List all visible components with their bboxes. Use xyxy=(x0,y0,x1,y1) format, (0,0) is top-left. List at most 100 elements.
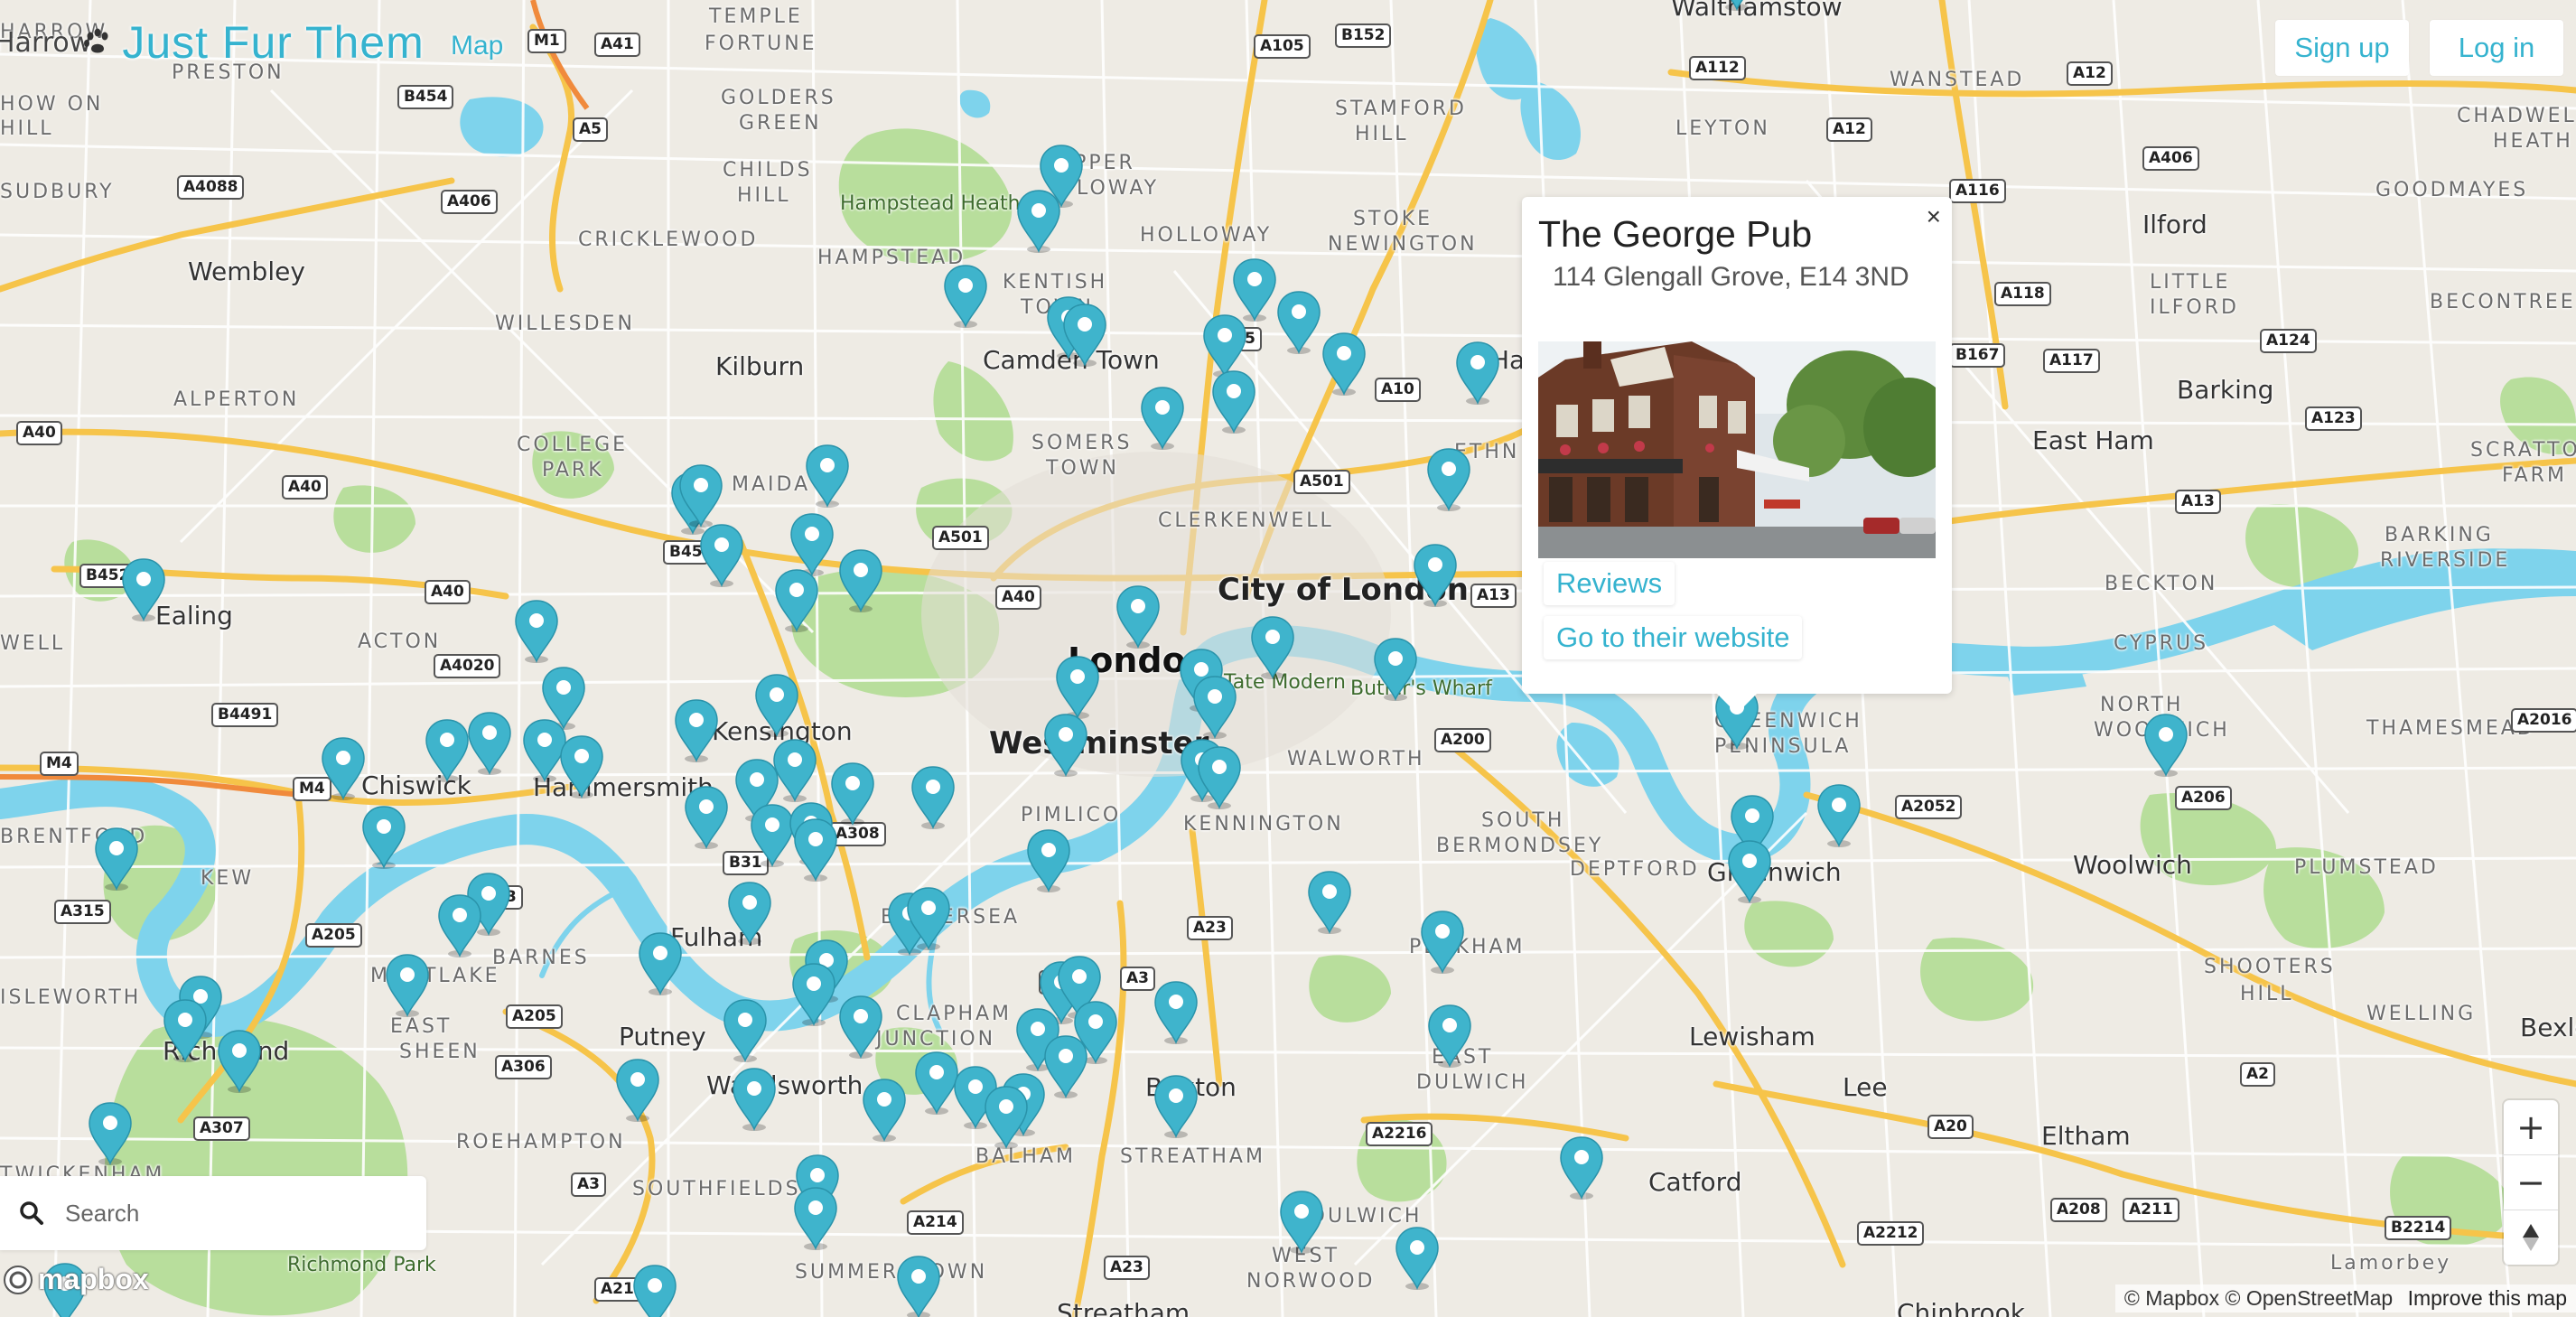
location-marker[interactable] xyxy=(1060,302,1109,367)
popup-close-button[interactable]: × xyxy=(1927,204,1941,229)
map-canvas[interactable]: HARROW PRESTON TEMPLE FORTUNE GOLDERS GREEN CH… xyxy=(0,0,2576,1317)
location-marker[interactable] xyxy=(86,1100,135,1165)
location-marker[interactable] xyxy=(2142,712,2190,777)
brand[interactable]: Harrow Just Fur Them xyxy=(0,16,425,69)
map-pin-icon xyxy=(2144,714,2188,777)
map-pin-icon xyxy=(944,265,987,328)
map-pin-icon xyxy=(679,464,723,528)
location-marker[interactable] xyxy=(423,717,471,782)
location-marker[interactable] xyxy=(941,263,990,328)
location-marker[interactable] xyxy=(465,710,514,775)
location-marker[interactable] xyxy=(1190,674,1239,739)
location-marker[interactable] xyxy=(982,1084,1031,1149)
location-marker[interactable] xyxy=(215,1028,264,1093)
map-pin-icon xyxy=(792,963,835,1026)
app-root: HARROW PRESTON TEMPLE FORTUNE GOLDERS GREEN CH… xyxy=(0,0,2576,1317)
location-marker[interactable] xyxy=(119,556,168,621)
place-label: DULWICH xyxy=(1416,1071,1529,1094)
signup-button[interactable]: Sign up xyxy=(2275,20,2409,76)
location-marker[interactable] xyxy=(836,547,885,612)
zoom-out-button[interactable]: − xyxy=(2504,1155,2558,1210)
location-marker[interactable] xyxy=(1557,1135,1606,1200)
location-marker[interactable] xyxy=(92,826,141,891)
location-marker[interactable] xyxy=(1024,827,1073,892)
location-marker[interactable] xyxy=(512,598,561,663)
location-marker[interactable] xyxy=(1041,1033,1090,1098)
location-marker[interactable] xyxy=(697,522,746,587)
location-marker[interactable] xyxy=(1393,1225,1442,1290)
place-label: PLUMSTEAD xyxy=(2294,856,2439,879)
location-marker[interactable] xyxy=(161,997,210,1062)
location-marker[interactable] xyxy=(1152,979,1200,1044)
location-marker[interactable] xyxy=(730,1066,779,1131)
website-button[interactable]: Go to their website xyxy=(1544,616,1803,659)
location-marker[interactable] xyxy=(1152,1073,1200,1138)
search-input[interactable] xyxy=(63,1185,419,1241)
location-marker[interactable] xyxy=(1053,654,1102,719)
location-marker[interactable] xyxy=(613,1057,662,1122)
zoom-in-button[interactable]: + xyxy=(2504,1100,2558,1155)
location-marker[interactable] xyxy=(1453,340,1502,405)
location-marker[interactable] xyxy=(909,764,957,829)
place-label: JUNCTION xyxy=(876,1028,996,1051)
location-marker[interactable] xyxy=(359,804,408,869)
location-marker[interactable] xyxy=(894,1254,943,1317)
location-marker[interactable] xyxy=(904,885,953,950)
location-marker[interactable] xyxy=(1320,331,1368,396)
location-marker[interactable] xyxy=(725,880,774,945)
location-marker[interactable] xyxy=(1138,385,1187,450)
location-marker[interactable] xyxy=(1371,636,1420,701)
location-marker[interactable] xyxy=(1114,584,1162,649)
location-marker[interactable] xyxy=(677,462,725,528)
location-marker[interactable] xyxy=(383,952,432,1017)
location-marker[interactable] xyxy=(836,994,885,1059)
search-box[interactable] xyxy=(0,1176,426,1250)
location-marker[interactable] xyxy=(1411,542,1460,607)
location-marker[interactable] xyxy=(1274,289,1323,354)
compass-icon xyxy=(2523,1224,2539,1251)
nav-map-link[interactable]: Map xyxy=(451,31,503,61)
location-marker[interactable] xyxy=(1195,744,1244,809)
mapbox-attribution-link[interactable]: © Mapbox xyxy=(2124,1286,2219,1310)
reviews-button[interactable]: Reviews xyxy=(1544,562,1675,605)
road-shield: A2216 xyxy=(1366,1122,1433,1146)
location-marker[interactable] xyxy=(752,672,801,737)
location-marker[interactable] xyxy=(636,930,685,995)
location-marker[interactable] xyxy=(435,892,484,957)
location-marker[interactable] xyxy=(682,784,731,849)
location-marker[interactable] xyxy=(1713,0,1761,11)
location-marker[interactable] xyxy=(557,733,606,799)
location-marker[interactable] xyxy=(1305,869,1354,934)
place-label: STAMFORD xyxy=(1335,98,1467,120)
location-marker[interactable] xyxy=(1014,188,1063,253)
map-pin-icon xyxy=(386,954,429,1017)
location-marker[interactable] xyxy=(789,961,838,1026)
road-shield: A2 xyxy=(2240,1062,2275,1087)
location-marker[interactable] xyxy=(1815,782,1863,847)
osm-attribution-link[interactable]: © OpenStreetMap xyxy=(2225,1286,2393,1310)
location-marker[interactable] xyxy=(1424,446,1473,511)
location-marker[interactable] xyxy=(860,1077,909,1142)
location-marker[interactable] xyxy=(803,443,852,508)
compass-button[interactable] xyxy=(2504,1210,2558,1265)
location-marker[interactable] xyxy=(721,997,770,1062)
location-marker[interactable] xyxy=(630,1263,679,1317)
location-marker[interactable] xyxy=(319,735,368,800)
road-shield: A13 xyxy=(2175,490,2221,514)
location-marker[interactable] xyxy=(1209,369,1258,434)
location-marker[interactable] xyxy=(672,697,721,762)
location-marker[interactable] xyxy=(791,817,840,882)
location-marker[interactable] xyxy=(791,1185,840,1250)
location-marker[interactable] xyxy=(1248,614,1297,679)
location-marker[interactable] xyxy=(1041,712,1090,777)
location-marker[interactable] xyxy=(1725,838,1774,903)
road-shield: A501 xyxy=(932,526,989,550)
map-controls: + − xyxy=(2504,1100,2558,1265)
location-marker[interactable] xyxy=(1425,1003,1474,1068)
mapbox-logo[interactable]: mapbox xyxy=(2,1263,149,1296)
improve-map-link[interactable]: Improve this map xyxy=(2408,1286,2567,1310)
location-marker[interactable] xyxy=(1277,1189,1326,1254)
login-button[interactable]: Log in xyxy=(2430,20,2563,76)
location-marker[interactable] xyxy=(1418,909,1467,974)
location-marker[interactable] xyxy=(772,567,821,632)
